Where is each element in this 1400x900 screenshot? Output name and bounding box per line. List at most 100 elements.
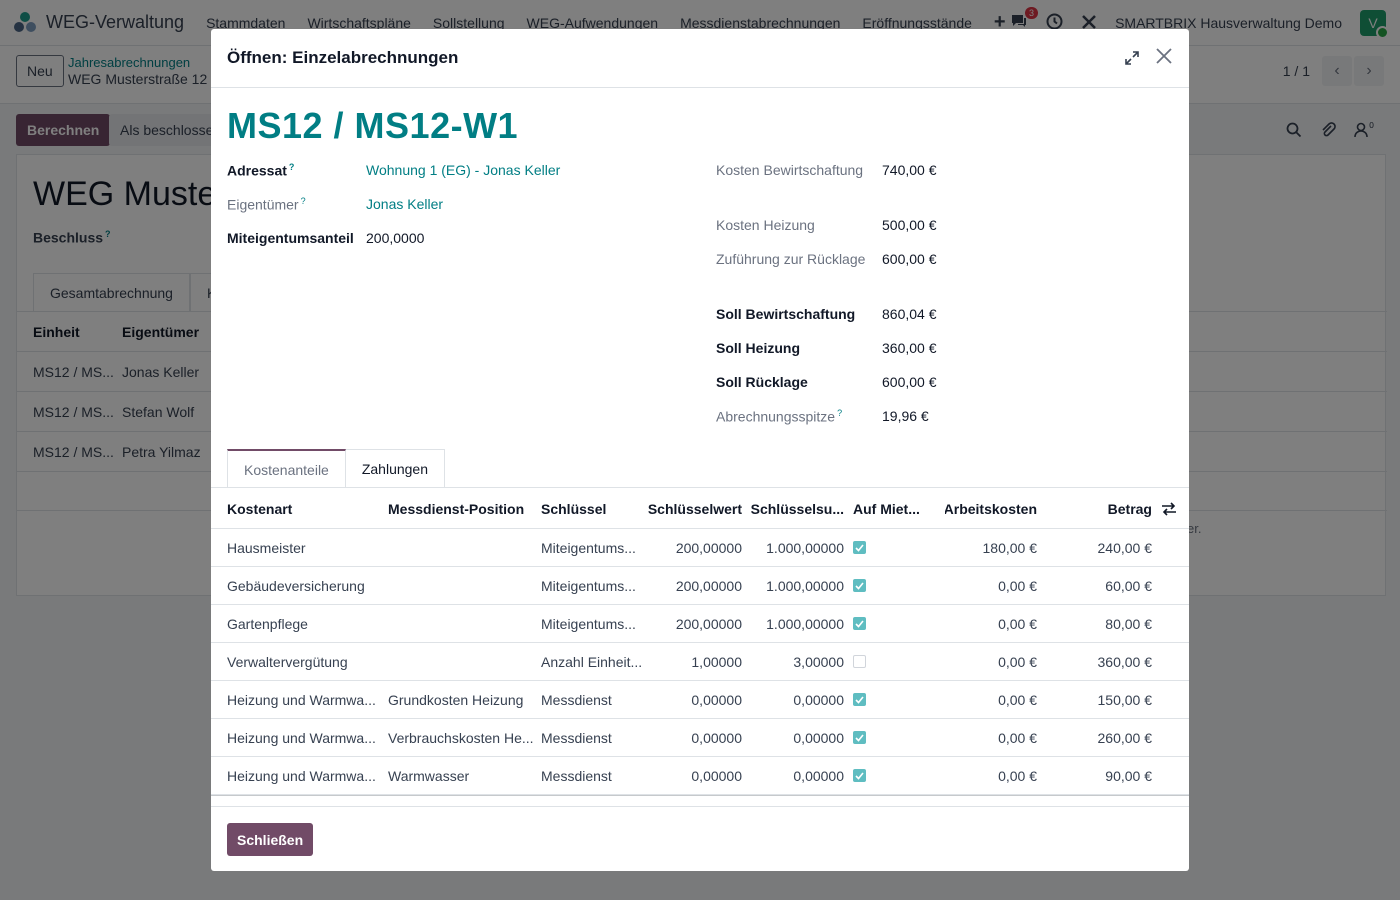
cell-kostenart: Heizung und Warmwa... [227,729,376,746]
column-auf-miete[interactable]: Auf Miet... [853,489,933,528]
miteigentumsanteil-value: 200,0000 [366,230,425,246]
cell-messdienst-position: Grundkosten Heizung [388,691,524,708]
table-footer [211,795,1189,807]
cell-kostenart: Heizung und Warmwa... [227,767,376,784]
cell-schluesselsumme: 1.000,00000 [766,577,844,594]
check-icon[interactable] [853,579,866,592]
check-icon[interactable] [853,617,866,630]
cell-schluesselwert: 0,00000 [691,767,742,784]
eigentuemer-link[interactable]: Jonas Keller [366,196,443,212]
abrechnungsspitze-label: Abrechnungsspitze? [716,408,843,425]
tab-kostenanteile[interactable]: Kostenanteile [227,449,346,488]
cell-arbeitskosten: 0,00 € [998,767,1037,784]
check-icon[interactable] [853,731,866,744]
soll-ruecklage-label: Soll Rücklage [716,374,808,390]
cell-messdienst-position: Verbrauchskosten He... [388,729,533,746]
column-schluesselsumme[interactable]: Schlüsselsu... [746,489,844,528]
dialog-einzelabrechnung: Öffnen: Einzelabrechnungen MS12 / MS12-W… [211,29,1189,871]
soll-bewirtschaftung-label: Soll Bewirtschaftung [716,306,856,322]
soll-ruecklage-value: 600,00 € [882,374,937,390]
cell-arbeitskosten: 180,00 € [982,539,1038,556]
cell-auf-miete [853,567,933,604]
table-row[interactable]: Heizung und Warmwa... Verbrauchskosten He… [211,719,1189,757]
zufuehrung-ruecklage-value: 600,00 € [882,251,937,267]
cell-kostenart: Gartenpflege [227,615,308,632]
kosten-heizung-value: 500,00 € [882,217,937,233]
cell-betrag: 360,00 € [1097,653,1153,670]
cell-schluesselsumme: 0,00000 [793,729,844,746]
kosten-bewirtschaftung-value: 740,00 € [882,162,937,178]
abrechnungsspitze-value: 19,96 € [882,408,929,424]
table-row[interactable]: Gebäudeversicherung Miteigentums... 200,00… [211,567,1189,605]
eigentuemer-label: Eigentümer? [227,196,306,213]
cell-schluessel: Miteigentums... [541,615,636,632]
cell-arbeitskosten: 0,00 € [998,577,1037,594]
close-icon[interactable] [1153,45,1175,67]
cell-auf-miete [853,529,933,566]
tabs-divider [211,487,1189,488]
cell-schluessel: Messdienst [541,729,612,746]
cell-kostenart: Gebäudeversicherung [227,577,365,594]
cell-schluesselwert: 200,00000 [675,615,742,632]
cell-schluesselsumme: 1.000,00000 [766,539,844,556]
cell-messdienst-position [388,643,533,680]
cell-schluesselwert: 0,00000 [691,729,742,746]
record-title: MS12 / MS12-W1 [227,105,519,146]
column-messdienst-position[interactable]: Messdienst-Position [388,489,533,528]
cell-messdienst-position [388,605,533,642]
cell-kostenart: Hausmeister [227,539,306,556]
help-icon: ? [837,408,843,418]
cell-betrag: 60,00 € [1105,577,1152,594]
column-betrag[interactable]: Betrag [1051,489,1152,528]
cell-messdienst-position [388,529,533,566]
soll-heizung-value: 360,00 € [882,340,937,356]
expand-icon[interactable] [1123,49,1141,67]
close-button[interactable]: Schließen [227,823,314,856]
cell-betrag: 240,00 € [1097,539,1153,556]
table-row[interactable]: Heizung und Warmwa... Warmwasser Messdiens… [211,757,1189,795]
checkbox-unchecked[interactable] [853,655,866,668]
cell-schluesselsumme: 0,00000 [793,691,844,708]
table-row[interactable]: Heizung und Warmwa... Grundkosten Heizung… [211,681,1189,719]
cell-schluessel: Miteigentums... [541,539,636,556]
kostenanteile-table: Kostenart Messdienst-Position Schlüssel … [211,489,1189,795]
cell-arbeitskosten: 0,00 € [998,691,1037,708]
dialog-header: Öffnen: Einzelabrechnungen [211,29,1189,88]
cell-kostenart: Heizung und Warmwa... [227,691,376,708]
cell-schluesselsumme: 0,00000 [793,767,844,784]
kosten-bewirtschaftung-label: Kosten Bewirtschaftung [716,162,864,178]
cell-schluessel: Messdienst [541,767,612,784]
cell-schluesselwert: 1,00000 [691,653,742,670]
column-schluessel[interactable]: Schlüssel [541,489,641,528]
check-icon[interactable] [853,769,866,782]
cell-betrag: 150,00 € [1097,691,1153,708]
cell-messdienst-position [388,567,533,604]
adressat-label: Adressat? [227,162,295,179]
table-row[interactable]: Gartenpflege Miteigentums... 200,00000 1.00… [211,605,1189,643]
column-arbeitskosten[interactable]: Arbeitskosten [945,489,1037,528]
column-schluesselwert[interactable]: Schlüsselwert [641,489,742,528]
cell-schluessel: Miteigentums... [541,577,636,594]
cell-schluesselwert: 200,00000 [675,539,742,556]
kosten-heizung-label: Kosten Heizung [716,217,815,233]
table-row[interactable]: Hausmeister Miteigentums... 200,00000 1.000… [211,529,1189,567]
zufuehrung-ruecklage-label: Zuführung zur Rücklage [716,251,866,267]
help-icon: ? [288,162,295,172]
cell-auf-miete [853,719,933,756]
check-icon[interactable] [853,541,866,554]
cell-arbeitskosten: 0,00 € [998,615,1037,632]
table-row[interactable]: Verwaltervergütung Anzahl Einheit... 1,000… [211,643,1189,681]
cell-auf-miete [853,605,933,642]
cell-schluessel: Anzahl Einheit... [541,653,641,670]
miteigentumsanteil-label: Miteigentumsanteil [227,230,354,246]
table-header: Kostenart Messdienst-Position Schlüssel … [211,489,1189,529]
soll-heizung-label: Soll Heizung [716,340,800,356]
adressat-link[interactable]: Wohnung 1 (EG) - Jonas Keller [366,162,560,178]
column-kostenart[interactable]: Kostenart [227,489,377,528]
check-icon[interactable] [853,693,866,706]
cell-auf-miete [853,681,933,718]
tab-zahlungen[interactable]: Zahlungen [345,449,446,488]
cell-messdienst-position: Warmwasser [388,767,470,784]
column-options-icon[interactable] [1161,489,1181,528]
cell-schluesselsumme: 1.000,00000 [766,615,844,632]
